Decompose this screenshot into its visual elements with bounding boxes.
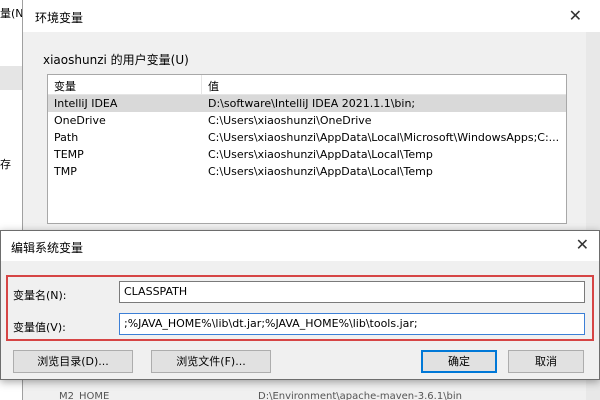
variable-value: D:\software\IntelliJ IDEA 2021.1.1\bin; xyxy=(208,97,416,110)
close-icon[interactable]: ✕ xyxy=(569,6,582,25)
variable-name: TEMP xyxy=(54,148,84,161)
list-item[interactable]: TMP C:\Users\xiaoshunzi\AppData\Local\Te… xyxy=(48,163,566,180)
env-dialog-title: 环境变量 xyxy=(35,11,84,25)
ok-button[interactable]: 确定 xyxy=(421,350,497,373)
edit-dialog-title: 编辑系统变量 xyxy=(11,241,84,255)
browse-file-button[interactable]: 浏览文件(F)... xyxy=(151,350,271,373)
list-item[interactable]: TEMP C:\Users\xiaoshunzi\AppData\Local\T… xyxy=(48,146,566,163)
column-header-value[interactable]: 值 xyxy=(208,78,219,94)
user-variables-label: xiaoshunzi 的用户变量(U) xyxy=(43,53,189,67)
variable-value-label: 变量值(V): xyxy=(13,321,66,334)
list-item[interactable]: Path C:\Users\xiaoshunzi\AppData\Local\M… xyxy=(48,129,566,146)
variable-name-field[interactable]: CLASSPATH xyxy=(119,281,585,303)
list-item[interactable]: OneDrive C:\Users\xiaoshunzi\OneDrive xyxy=(48,112,566,129)
variable-value: C:\Users\xiaoshunzi\AppData\Local\Micros… xyxy=(208,131,560,144)
cancel-button[interactable]: 取消 xyxy=(508,350,584,373)
column-header-variable[interactable]: 变量 xyxy=(54,78,76,94)
close-icon[interactable]: ✕ xyxy=(576,235,589,254)
variable-name-label: 变量名(N): xyxy=(13,289,67,302)
env-dialog-titlebar[interactable]: 环境变量 ✕ xyxy=(23,0,600,32)
browse-directory-button[interactable]: 浏览目录(D)... xyxy=(13,350,133,373)
background-window-text-2: 存 xyxy=(0,158,11,171)
edit-system-variable-dialog: 编辑系统变量 ✕ 变量名(N): CLASSPATH 变量值(V): ;%JAV… xyxy=(0,230,600,380)
system-variable-value: D:\Environment\apache-maven-3.6.1\bin xyxy=(258,391,463,400)
variable-name: TMP xyxy=(54,165,77,178)
variable-value: C:\Users\xiaoshunzi\AppData\Local\Temp xyxy=(208,165,433,178)
list-header: 变量 值 xyxy=(48,75,566,95)
variable-name: Path xyxy=(54,131,79,144)
system-variable-name: M2_HOME xyxy=(59,391,110,400)
list-item[interactable]: IntelliJ IDEA D:\software\IntelliJ IDEA … xyxy=(48,95,566,112)
variable-name: IntelliJ IDEA xyxy=(54,97,118,110)
edit-dialog-titlebar[interactable]: 编辑系统变量 ✕ xyxy=(1,231,599,261)
variable-value: C:\Users\xiaoshunzi\OneDrive xyxy=(208,114,372,127)
variable-name: OneDrive xyxy=(54,114,106,127)
user-variables-list[interactable]: 变量 值 IntelliJ IDEA D:\software\IntelliJ … xyxy=(47,74,567,224)
variable-value: C:\Users\xiaoshunzi\AppData\Local\Temp xyxy=(208,148,433,161)
variable-value-field[interactable]: ;%JAVA_HOME%\lib\dt.jar;%JAVA_HOME%\lib\… xyxy=(119,313,585,335)
column-divider[interactable] xyxy=(201,75,202,95)
